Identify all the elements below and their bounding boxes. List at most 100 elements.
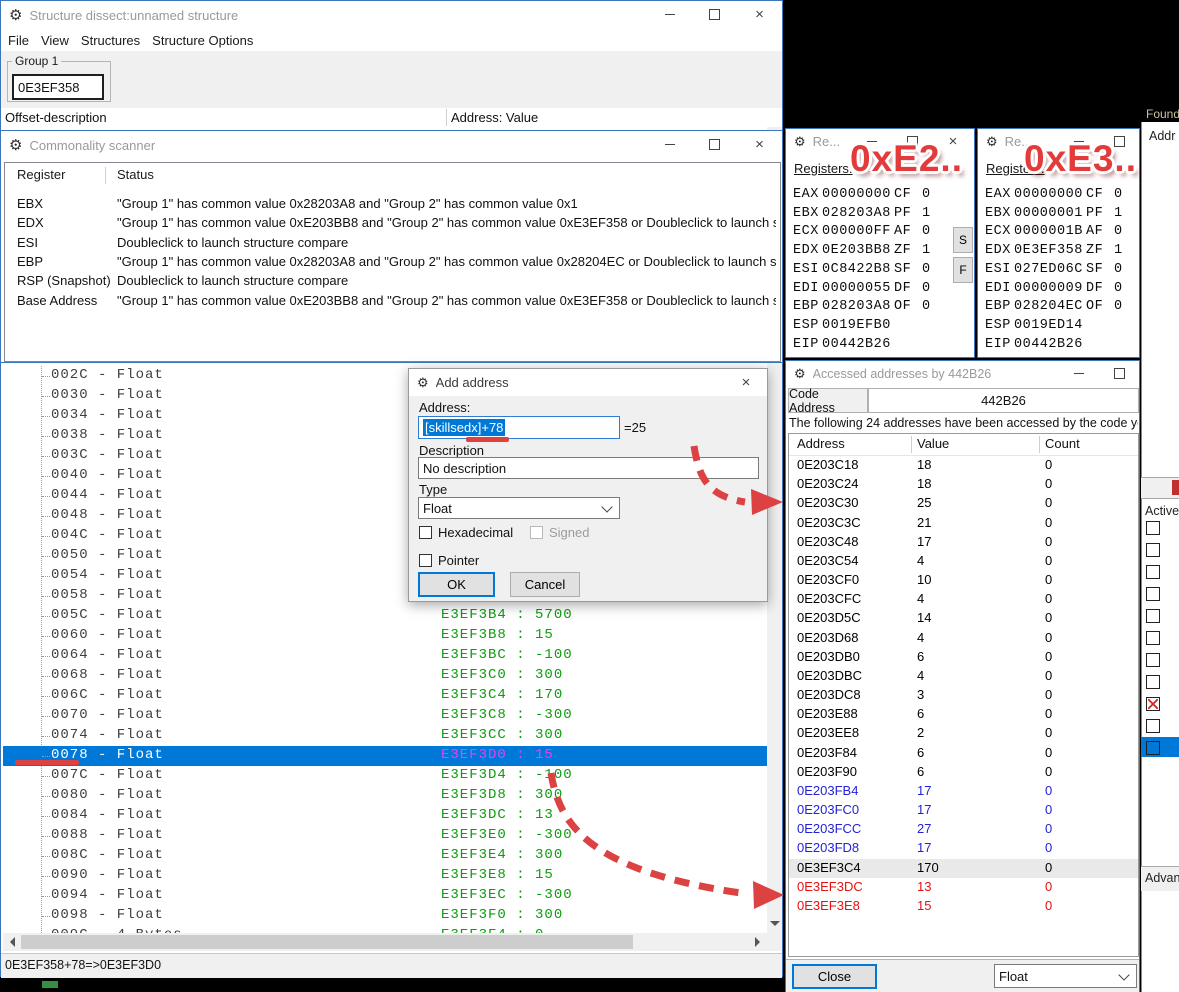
- scroll-right-button[interactable]: [750, 933, 767, 951]
- accessed-address-row[interactable]: 0E203FB4 17 0: [789, 782, 1138, 801]
- commonality-row[interactable]: EBP "Group 1" has common value 0x28203A8…: [5, 253, 780, 272]
- struct-row[interactable]: 007C - Float E3EF3D4 : -100: [3, 766, 767, 786]
- struct-row[interactable]: 009C - 4 Bytes E3EF3F4 : 0: [3, 926, 767, 933]
- accessed-address-row[interactable]: 0E203EE8 2 0: [789, 724, 1138, 743]
- menu-structures[interactable]: Structures: [81, 33, 140, 48]
- struct-row[interactable]: 0088 - Float E3EF3E0 : -300: [3, 826, 767, 846]
- accessed-address-row[interactable]: 0E3EF3DC 13 0: [789, 878, 1138, 897]
- struct-row[interactable]: 0064 - Float E3EF3BC : -100: [3, 646, 767, 666]
- commonality-row[interactable]: RSP (Snapshot) Doubleclick to launch str…: [5, 272, 780, 291]
- struct-row[interactable]: 0090 - Float E3EF3E8 : 15: [3, 866, 767, 886]
- accessed-address-row[interactable]: 0E203CF0 10 0: [789, 571, 1138, 590]
- menu-structure-options[interactable]: Structure Options: [152, 33, 253, 48]
- struct-row[interactable]: 0070 - Float E3EF3C8 : -300: [3, 706, 767, 726]
- accessed-address-row[interactable]: 0E3EF3C4 170 0: [789, 859, 1138, 878]
- ok-button[interactable]: OK: [418, 572, 495, 597]
- description-input[interactable]: [418, 457, 759, 479]
- accessed-address-row[interactable]: 0E203F84 6 0: [789, 744, 1138, 763]
- close-button[interactable]: ×: [737, 1, 782, 28]
- accessed-address-row[interactable]: 0E203C24 18 0: [789, 475, 1138, 494]
- hexadecimal-checkbox[interactable]: [419, 526, 432, 539]
- hscroll-thumb[interactable]: [21, 935, 633, 949]
- accessed-value: 13: [917, 879, 931, 894]
- scroll-down-button[interactable]: [767, 916, 782, 933]
- accessed-address-row[interactable]: 0E203FD8 17 0: [789, 839, 1138, 858]
- struct-row[interactable]: 008C - Float E3EF3E4 : 300: [3, 846, 767, 866]
- commonality-row[interactable]: EBX "Group 1" has common value 0x28203A8…: [5, 195, 780, 214]
- scroll-left-button[interactable]: [3, 933, 20, 951]
- maximize-button[interactable]: [1099, 361, 1139, 385]
- col-count[interactable]: Count: [1045, 436, 1080, 451]
- active-checkbox[interactable]: [1146, 675, 1160, 689]
- struct-row[interactable]: 0094 - Float E3EF3EC : -300: [3, 886, 767, 906]
- accessed-address-row[interactable]: 0E203C30 25 0: [789, 494, 1138, 513]
- col-value[interactable]: Value: [917, 436, 949, 451]
- struct-row[interactable]: 0068 - Float E3EF3C0 : 300: [3, 666, 767, 686]
- struct-row[interactable]: 0060 - Float E3EF3B8 : 15: [3, 626, 767, 646]
- struct-row[interactable]: 0098 - Float E3EF3F0 : 300: [3, 906, 767, 926]
- maximize-button[interactable]: [692, 131, 737, 158]
- close-button[interactable]: ×: [725, 369, 767, 395]
- pointer-checkbox[interactable]: [419, 554, 432, 567]
- menu-file[interactable]: File: [8, 33, 29, 48]
- accessed-address-row[interactable]: 0E203FC0 17 0: [789, 801, 1138, 820]
- accessed-address-row[interactable]: 0E203E88 6 0: [789, 705, 1138, 724]
- accessed-address-row[interactable]: 0E203CFC 4 0: [789, 590, 1138, 609]
- accessed-address-row[interactable]: 0E203C3C 21 0: [789, 514, 1138, 533]
- minimize-button[interactable]: [1059, 361, 1099, 385]
- active-checkbox[interactable]: [1146, 697, 1160, 711]
- active-checkbox[interactable]: [1146, 543, 1160, 557]
- active-checkbox[interactable]: [1146, 653, 1160, 667]
- accessed-address-row[interactable]: 0E203D5C 14 0: [789, 609, 1138, 628]
- active-checkbox[interactable]: [1146, 741, 1160, 755]
- col-address[interactable]: Address: [797, 436, 845, 451]
- scan-button-band[interactable]: [1141, 477, 1179, 499]
- accessed-address-row[interactable]: 0E203C54 4 0: [789, 552, 1138, 571]
- minimize-button[interactable]: [647, 1, 692, 28]
- accessed-address-row[interactable]: 0E203FCC 27 0: [789, 820, 1138, 839]
- commonality-row[interactable]: Base Address "Group 1" has common value …: [5, 292, 780, 311]
- commonality-row[interactable]: EDX "Group 1" has common value 0xE203BB8…: [5, 214, 780, 233]
- col-offset-description[interactable]: Offset-description: [5, 110, 107, 125]
- active-checkbox[interactable]: [1146, 521, 1160, 535]
- struct-row[interactable]: 0074 - Float E3EF3CC : 300: [3, 726, 767, 746]
- accessed-address-row[interactable]: 0E203C48 17 0: [789, 533, 1138, 552]
- stack-button[interactable]: S: [953, 227, 973, 253]
- accessed-address-row[interactable]: 0E203D68 4 0: [789, 629, 1138, 648]
- horizontal-scrollbar[interactable]: [3, 933, 767, 951]
- registers-link[interactable]: Registers:: [794, 161, 853, 176]
- value-type-select[interactable]: Float: [994, 964, 1137, 988]
- minimize-button[interactable]: [647, 131, 692, 158]
- accessed-address-row[interactable]: 0E203DC8 3 0: [789, 686, 1138, 705]
- address-input[interactable]: [skillsedx]+78: [418, 416, 620, 439]
- struct-row[interactable]: 0080 - Float E3EF3D8 : 300: [3, 786, 767, 806]
- type-select[interactable]: Float: [418, 497, 620, 519]
- cancel-button[interactable]: Cancel: [510, 572, 580, 597]
- active-checkbox[interactable]: [1146, 609, 1160, 623]
- active-checkbox[interactable]: [1146, 587, 1160, 601]
- col-register[interactable]: Register: [17, 167, 65, 182]
- close-button[interactable]: Close: [792, 964, 877, 989]
- col-status[interactable]: Status: [117, 167, 154, 182]
- commonality-row[interactable]: ESI Doubleclick to launch structure comp…: [5, 234, 780, 253]
- group1-address-input[interactable]: [12, 74, 104, 100]
- accessed-address-row[interactable]: 0E203F90 6 0: [789, 763, 1138, 782]
- struct-row[interactable]: 005C - Float E3EF3B4 : 5700: [3, 606, 767, 626]
- advanced-options-band[interactable]: Advan: [1141, 866, 1179, 891]
- active-checkbox[interactable]: [1146, 719, 1160, 733]
- struct-row[interactable]: 006C - Float E3EF3C4 : 170: [3, 686, 767, 706]
- float-button[interactable]: F: [953, 257, 973, 283]
- accessed-address-row[interactable]: 0E203DB0 6 0: [789, 648, 1138, 667]
- accessed-address-row[interactable]: 0E203C18 18 0: [789, 456, 1138, 475]
- col-address-value[interactable]: Address: Value: [451, 110, 538, 125]
- maximize-button[interactable]: [692, 1, 737, 28]
- active-checkbox[interactable]: [1146, 631, 1160, 645]
- accessed-address-row[interactable]: 0E3EF3E8 15 0: [789, 897, 1138, 916]
- accessed-address-row[interactable]: 0E203DBC 4 0: [789, 667, 1138, 686]
- active-checkbox[interactable]: [1146, 565, 1160, 579]
- struct-row[interactable]: 0084 - Float E3EF3DC : 13: [3, 806, 767, 826]
- close-button[interactable]: ×: [737, 131, 782, 158]
- struct-row[interactable]: 0078 - Float E3EF3D0 : 15: [3, 746, 767, 766]
- code-address-input[interactable]: 442B26: [868, 388, 1139, 413]
- menu-view[interactable]: View: [41, 33, 69, 48]
